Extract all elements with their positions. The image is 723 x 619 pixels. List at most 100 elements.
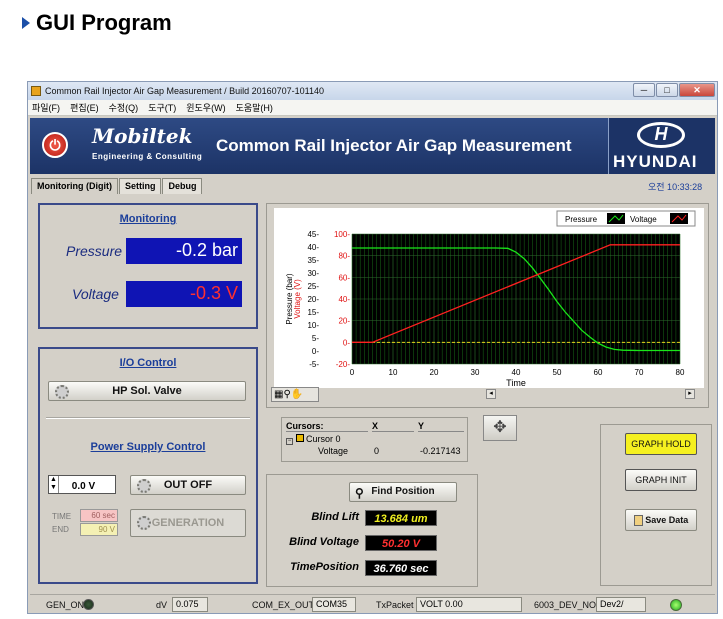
chart-panel: 0 10 20 30 40 50 60 70 80 45- 40- 35- 30- 25- 20- 15- 10…	[266, 203, 709, 408]
dev-no-field[interactable]: Dev2/	[596, 597, 646, 612]
com-ex-out-field[interactable]: COM35	[312, 597, 356, 612]
y-right-tick-label: -20-	[336, 360, 351, 369]
company-tagline: Engineering & Consulting	[92, 152, 203, 161]
cursor-x-header: X	[372, 421, 414, 432]
gear-icon	[55, 385, 69, 399]
cursor-x-value: 0	[374, 446, 380, 456]
gen-on-label: GEN_ON	[46, 600, 85, 610]
y-left-tick-label: 45-	[307, 230, 319, 239]
time-position-display: 36.760 sec	[365, 560, 437, 576]
y-right-tick-label: 60-	[338, 273, 350, 282]
app-icon	[31, 86, 41, 96]
x-axis-label: Time	[506, 378, 526, 388]
close-button[interactable]: ✕	[679, 83, 715, 97]
y-left-tick-label: 25-	[307, 282, 319, 291]
save-data-label: Save Data	[645, 515, 689, 525]
x-tick-label: 30	[471, 368, 480, 377]
y-right-tick-label: 0-	[343, 338, 350, 347]
window-controls: ─ □ ✕	[633, 83, 715, 97]
menu-window[interactable]: 윈도우(W)	[186, 101, 225, 114]
pressure-voltage-chart[interactable]: 0 10 20 30 40 50 60 70 80 45- 40- 35- 30- 25- 20- 15- 10…	[267, 204, 710, 409]
maximize-button[interactable]: □	[656, 83, 678, 97]
find-position-label: Find Position	[371, 486, 435, 497]
cursor-row[interactable]: − Cursor 0	[286, 434, 341, 445]
voltage-setting-value: 0.0 V	[71, 481, 96, 492]
end-field[interactable]: 90 V	[80, 523, 118, 536]
end-label: END	[52, 525, 69, 534]
cursor-y-value: -0.217143	[420, 446, 461, 456]
x-tick-label: 40	[512, 368, 521, 377]
bullet-triangle-icon	[22, 17, 30, 29]
hp-sol-valve-label: HP Sol. Valve	[112, 385, 182, 397]
out-off-button[interactable]: OUT OFF	[130, 475, 246, 495]
dv-field: 0.075	[172, 597, 208, 612]
menu-file[interactable]: 파일(F)	[32, 101, 60, 114]
y-left-tick-label: -5-	[309, 360, 319, 369]
y-right-axis-label: Voltage (V)	[293, 279, 302, 319]
find-position-button[interactable]: ⚲ Find Position	[349, 482, 457, 502]
clipboard-icon	[633, 515, 643, 527]
legend-swatch-pressure	[607, 213, 625, 224]
y-left-tick-label: 40-	[307, 243, 319, 252]
y-left-tick-label: 30-	[307, 269, 319, 278]
y-left-tick-label: 20-	[307, 295, 319, 304]
blind-lift-display: 13.684 um	[365, 510, 437, 526]
graph-init-button[interactable]: GRAPH INIT	[625, 469, 697, 491]
menu-edit[interactable]: 편집(E)	[70, 101, 99, 114]
stepper-arrows-icon[interactable]: ▲ ▼	[49, 476, 59, 493]
generation-button[interactable]: GENERATION	[130, 509, 246, 537]
gen-on-led-icon	[83, 599, 94, 610]
menu-help[interactable]: 도움말(H)	[236, 101, 273, 114]
x-tick-label: 10	[389, 368, 398, 377]
graph-palette[interactable]: ▦⚲✋	[271, 387, 319, 402]
menu-tools[interactable]: 도구(T)	[148, 101, 176, 114]
blind-lift-label: Blind Lift	[311, 511, 359, 523]
status-led-icon	[670, 599, 682, 611]
graph-hold-button[interactable]: GRAPH HOLD	[625, 433, 697, 455]
y-left-tick-label: 5-	[312, 334, 319, 343]
slide-title-text: GUI Program	[36, 10, 172, 35]
tab-setting[interactable]: Setting	[118, 178, 162, 194]
txpacket-field: VOLT 0.00	[416, 597, 522, 612]
menu-modify[interactable]: 수정(Q)	[109, 101, 139, 114]
cursors-header: Cursors:	[286, 421, 368, 432]
voltage-label: Voltage	[72, 286, 119, 302]
blind-voltage-label: Blind Voltage	[289, 536, 359, 548]
scroll-left-icon[interactable]: ◂	[486, 389, 496, 399]
power-supply-title: Power Supply Control	[90, 441, 206, 453]
time-label: TIME	[52, 512, 72, 521]
scroll-right-icon[interactable]: ▸	[685, 389, 695, 399]
y-right-tick-label: 100-	[334, 230, 350, 239]
dv-label: dV	[156, 600, 168, 610]
tab-bar: Monitoring (Digit) Setting Debug	[31, 178, 203, 194]
y-left-tick-label: 15-	[307, 308, 319, 317]
save-data-button[interactable]: Save Data	[625, 509, 697, 531]
y-right-tick-label: 20-	[338, 317, 350, 326]
y-left-tick-label: 35-	[307, 256, 319, 265]
window-titlebar[interactable]: Common Rail Injector Air Gap Measurement…	[28, 82, 717, 100]
tab-monitoring-digit[interactable]: Monitoring (Digit)	[31, 178, 118, 194]
divider	[46, 417, 250, 419]
time-position-label: TimePosition	[290, 561, 359, 573]
collapse-icon[interactable]: −	[286, 438, 293, 445]
position-panel: ⚲ Find Position Blind Lift 13.684 um Bli…	[266, 474, 478, 587]
legend-label-voltage: Voltage	[630, 215, 657, 224]
menu-bar: 파일(F) 편집(E) 수정(Q) 도구(T) 윈도우(W) 도움말(H)	[28, 100, 717, 116]
y-right-tick-label: 40-	[338, 295, 350, 304]
cursor-name: Cursor 0	[306, 434, 341, 444]
hp-sol-valve-button[interactable]: HP Sol. Valve	[48, 381, 246, 401]
graph-tools-icon[interactable]: ▦⚲✋	[274, 389, 303, 400]
tab-debug[interactable]: Debug	[162, 178, 203, 194]
gear-icon	[137, 516, 151, 530]
minimize-button[interactable]: ─	[633, 83, 655, 97]
time-field[interactable]: 60 sec	[80, 509, 118, 522]
y-left-tick-label: 0-	[312, 347, 319, 356]
io-control-panel: I/O Control HP Sol. Valve Power Supply C…	[38, 347, 258, 584]
x-tick-label: 80	[676, 368, 685, 377]
x-tick-label: 50	[553, 368, 562, 377]
cursor-move-icon[interactable]: ✥	[483, 415, 517, 441]
voltage-display: -0.3 V	[126, 281, 242, 307]
power-icon[interactable]: ⏻	[42, 132, 68, 158]
hyundai-wordmark: HYUNDAI	[613, 152, 698, 171]
voltage-setting-stepper[interactable]: ▲ ▼ 0.0 V	[48, 475, 116, 494]
